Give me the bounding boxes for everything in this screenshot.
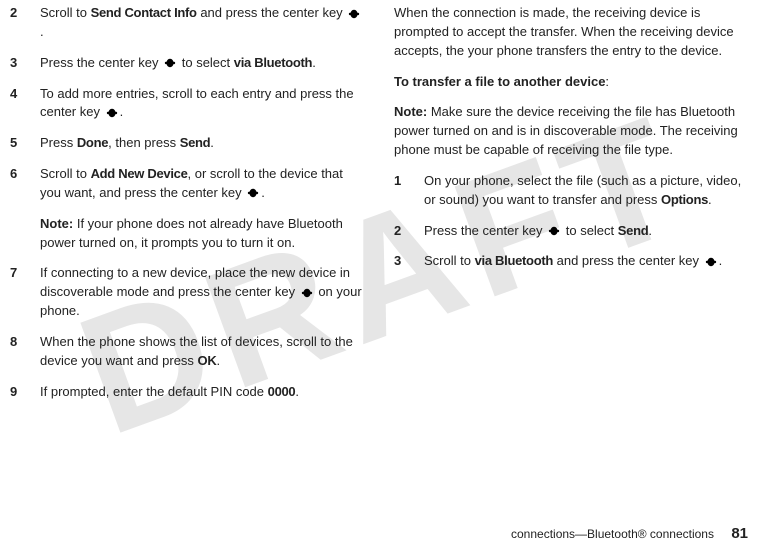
ui-label: OK: [198, 353, 217, 368]
center-key-icon: [163, 58, 177, 68]
numbered-step: 2 Scroll to Send Contact Info and press t…: [10, 4, 364, 42]
footer-section: connections—Bluetooth® connections: [511, 527, 714, 541]
left-column: 2 Scroll to Send Contact Info and press t…: [10, 4, 364, 500]
step-number: 7: [10, 264, 24, 283]
step-number: 2: [10, 4, 24, 23]
numbered-step: 7 If connecting to a new device, place th…: [10, 264, 364, 321]
center-key-icon: [300, 288, 314, 298]
ui-label: Send Contact Info: [91, 5, 197, 20]
heading-text: To transfer a file to another device: [394, 74, 605, 89]
ui-label: Add New Device: [91, 166, 188, 181]
numbered-step: 3 Press the center key to select via Blue…: [10, 54, 364, 73]
step-text: On your phone, select the file (such as …: [424, 172, 748, 210]
step-number: 1: [394, 172, 408, 191]
step-text: If connecting to a new device, place the…: [40, 264, 364, 321]
page-number: 81: [731, 525, 748, 542]
ui-label: via Bluetooth: [475, 253, 553, 268]
intro-paragraph: When the connection is made, the receivi…: [394, 4, 748, 61]
step-number: 5: [10, 134, 24, 153]
step-number: 2: [394, 222, 408, 241]
note: Note: Make sure the device receiving the…: [394, 103, 748, 160]
ui-label: via Bluetooth: [234, 55, 312, 70]
numbered-step: 4 To add more entries, scroll to each ent…: [10, 85, 364, 123]
ui-label: Send: [180, 135, 211, 150]
center-key-icon: [347, 9, 361, 19]
step-text: To add more entries, scroll to each entr…: [40, 85, 364, 123]
center-key-icon: [105, 108, 119, 118]
section-heading: To transfer a file to another device:: [394, 73, 748, 92]
page-content: 2 Scroll to Send Contact Info and press t…: [0, 0, 768, 500]
center-key-icon: [246, 188, 260, 198]
step-text: If prompted, enter the default PIN code …: [40, 383, 364, 402]
note-label: Note:: [394, 104, 427, 119]
step-number: 6: [10, 165, 24, 184]
step-text: Press the center key to select via Bluet…: [40, 54, 364, 73]
step-number: 4: [10, 85, 24, 104]
numbered-step: 3 Scroll to via Bluetooth and press the c…: [394, 252, 748, 271]
step-text: When the phone shows the list of devices…: [40, 333, 364, 371]
step-text: Scroll to Add New Device, or scroll to t…: [40, 165, 364, 203]
center-key-icon: [547, 226, 561, 236]
numbered-step: 6 Scroll to Add New Device, or scroll to …: [10, 165, 364, 203]
numbered-step: 9 If prompted, enter the default PIN code…: [10, 383, 364, 402]
ui-label: Send: [618, 223, 649, 238]
step-number: 3: [10, 54, 24, 73]
numbered-step: 2 Press the center key to select Send.: [394, 222, 748, 241]
step-number: 3: [394, 252, 408, 271]
note: Note: If your phone does not already hav…: [40, 215, 364, 253]
page-footer: connections—Bluetooth® connections 81: [511, 525, 748, 542]
numbered-step: 5 Press Done, then press Send.: [10, 134, 364, 153]
step-number: 8: [10, 333, 24, 352]
step-number: 9: [10, 383, 24, 402]
numbered-step: 8 When the phone shows the list of device…: [10, 333, 364, 371]
numbered-step: 1 On your phone, select the file (such as…: [394, 172, 748, 210]
ui-label: Options: [661, 192, 708, 207]
ui-label: Done: [77, 135, 108, 150]
step-text: Scroll to via Bluetooth and press the ce…: [424, 252, 748, 271]
step-text: Scroll to Send Contact Info and press th…: [40, 4, 364, 42]
step-text: Press Done, then press Send.: [40, 134, 364, 153]
ui-label: 0000: [268, 384, 296, 399]
right-column: When the connection is made, the receivi…: [394, 4, 748, 500]
note-label: Note:: [40, 216, 73, 231]
center-key-icon: [704, 257, 718, 267]
step-text: Press the center key to select Send.: [424, 222, 748, 241]
